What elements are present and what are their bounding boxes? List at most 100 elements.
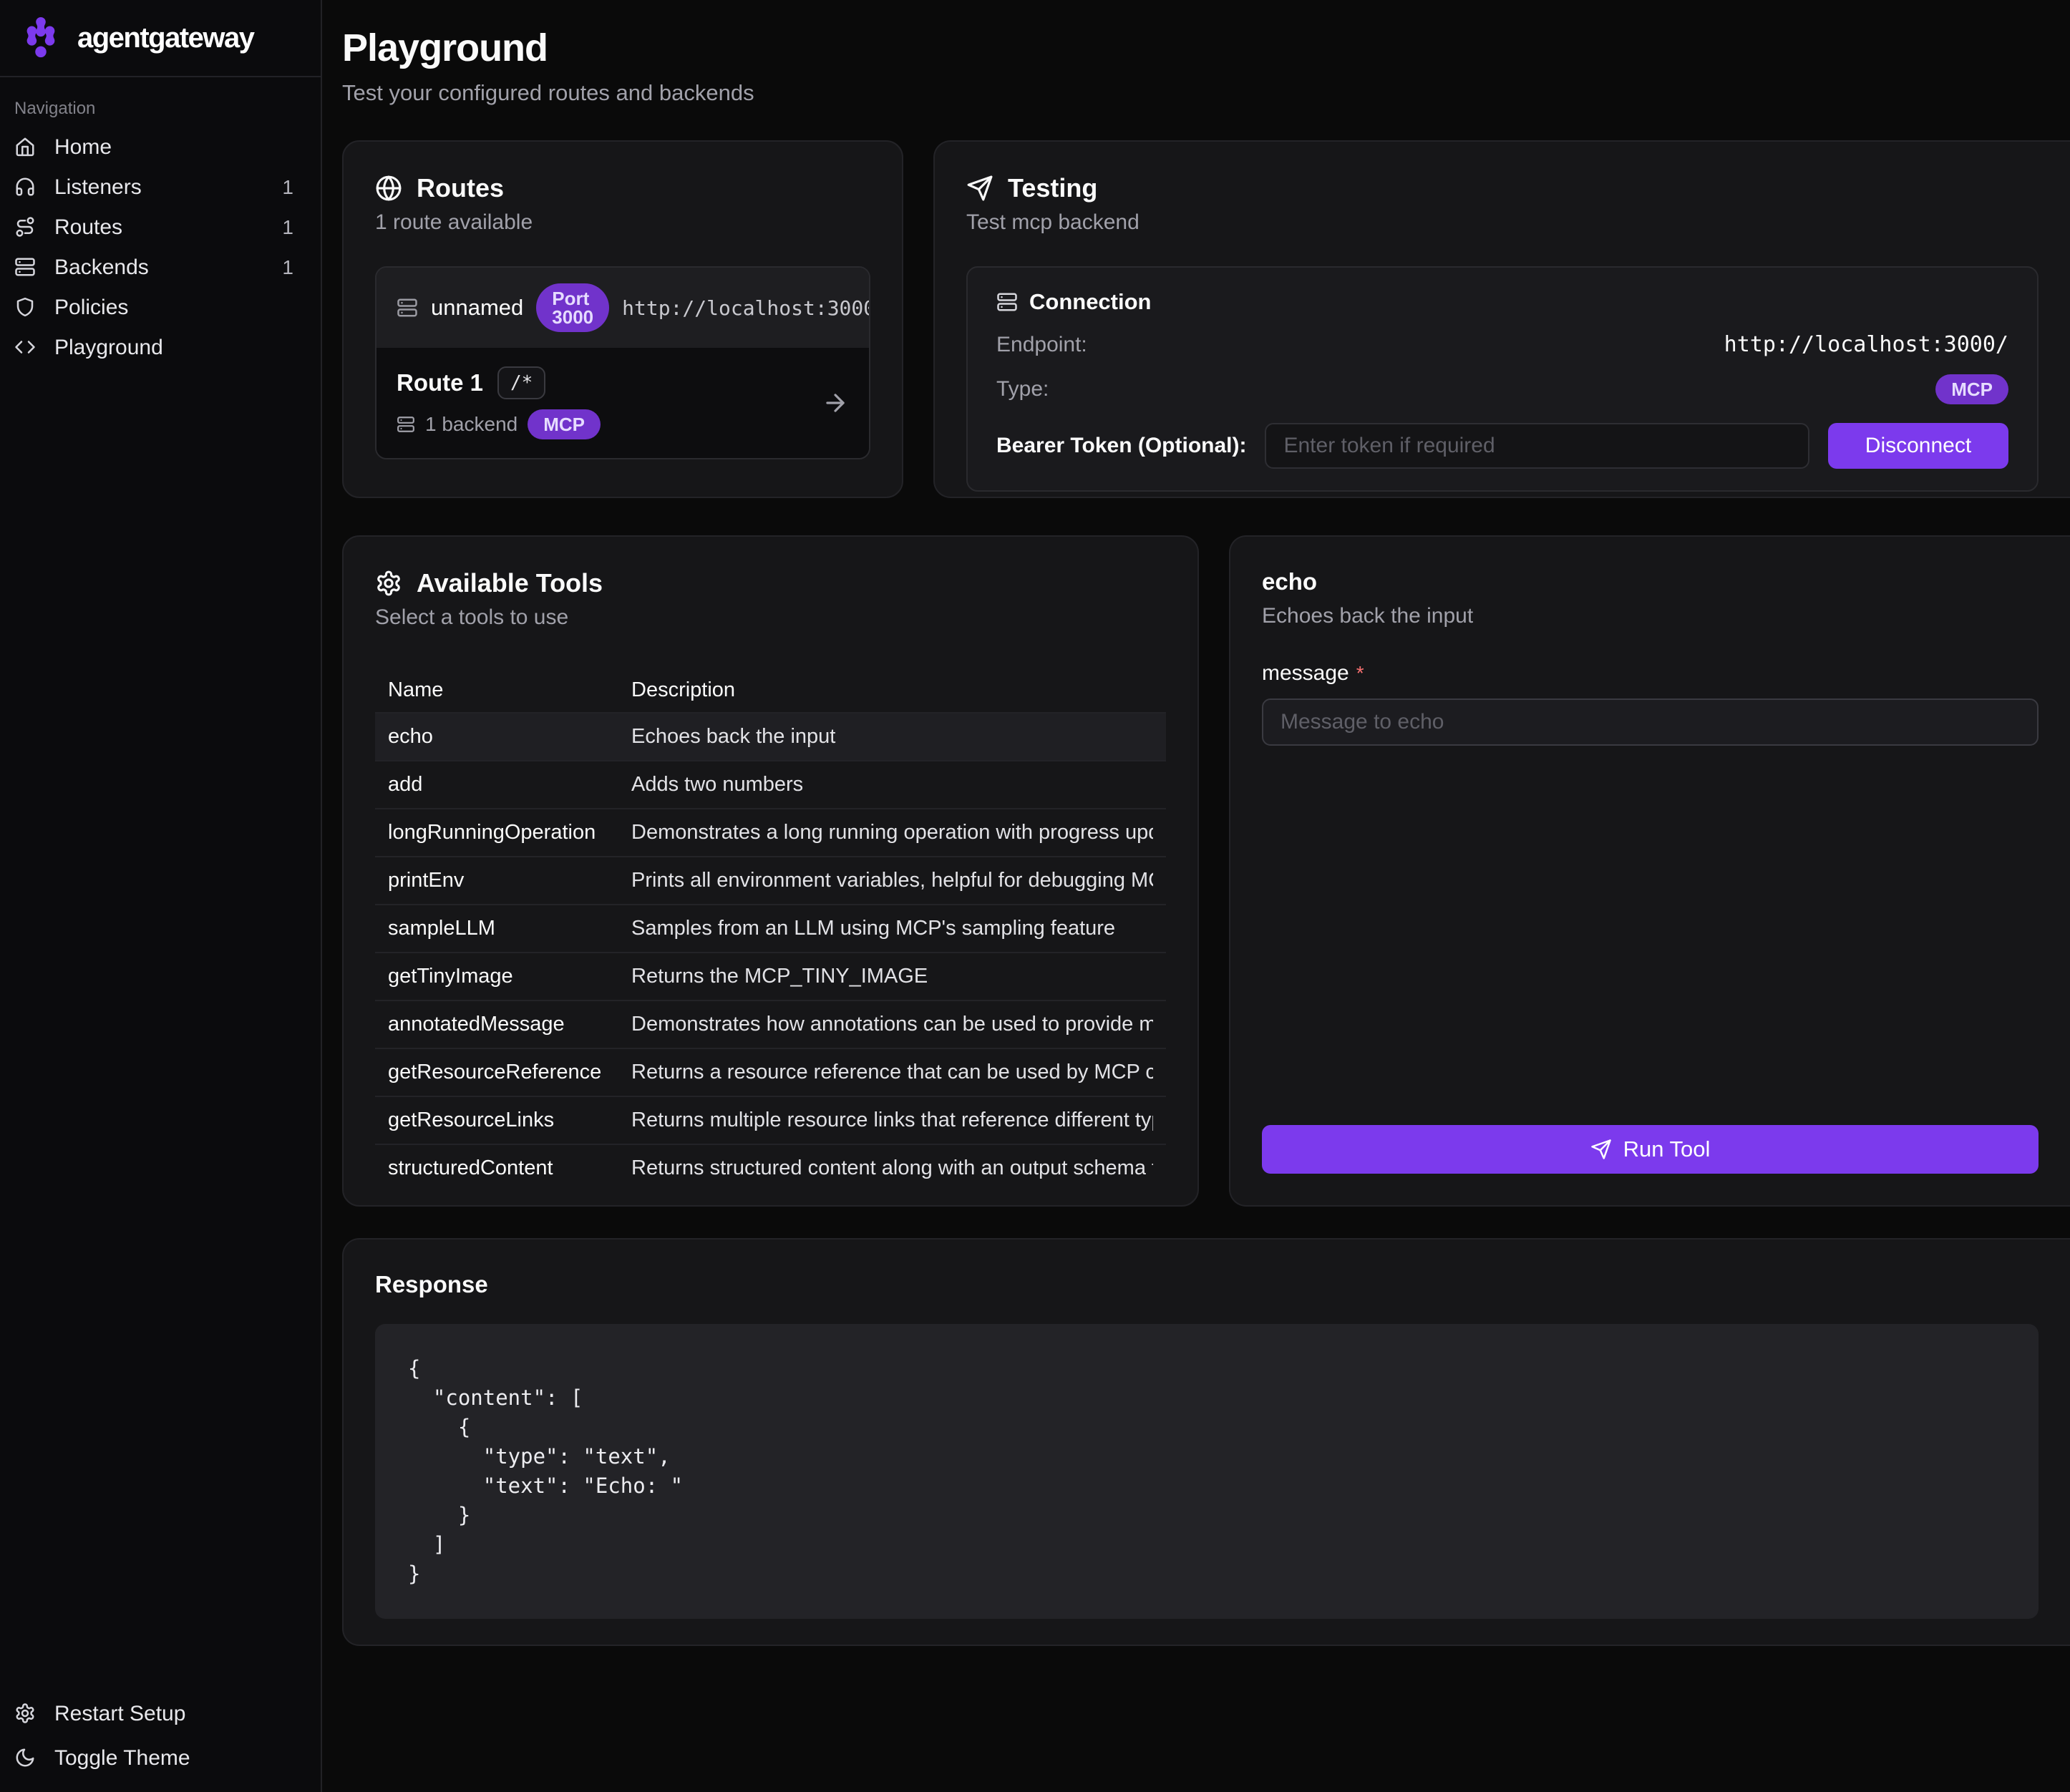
response-json: { "content": [ { "type": "text", "text":… — [375, 1324, 2039, 1619]
tool-row[interactable]: sampleLLM Samples from an LLM using MCP'… — [375, 904, 1166, 952]
disconnect-button[interactable]: Disconnect — [1828, 423, 2008, 469]
message-label: message — [1262, 661, 1349, 685]
tool-description: Samples from an LLM using MCP's sampling… — [631, 917, 1153, 940]
sidebar-item[interactable]: Listeners 1 — [7, 167, 314, 208]
tool-row[interactable]: getResourceLinks Returns multiple resour… — [375, 1096, 1166, 1144]
tool-row[interactable]: add Adds two numbers — [375, 760, 1166, 808]
tool-name: longRunningOperation — [388, 821, 631, 844]
moon-icon — [14, 1747, 37, 1770]
sidebar-footer-item[interactable]: Toggle Theme — [7, 1736, 314, 1781]
endpoint-row: Endpoint: http://localhost:3000/ — [996, 332, 2008, 357]
gear-icon — [375, 570, 402, 597]
mcp-badge: MCP — [528, 409, 601, 439]
response-card: Response { "content": [ { "type": "text"… — [342, 1238, 2070, 1646]
nav-list: Home Listeners 1 Routes 1 Backends 1 Pol… — [0, 127, 321, 368]
server-icon — [397, 297, 418, 318]
tool-description: Returns the MCP_TINY_IMAGE — [631, 965, 1153, 988]
connection-panel: Connection Endpoint: http://localhost:30… — [966, 266, 2039, 492]
top-row: Routes 1 route available unnamed Port 30… — [342, 140, 2070, 498]
sidebar-item-label: Backends — [54, 255, 149, 280]
run-tool-label: Run Tool — [1623, 1136, 1711, 1162]
type-row: Type: MCP — [996, 374, 2008, 404]
server-icon — [14, 256, 37, 279]
sidebar-item[interactable]: Home — [7, 127, 314, 167]
tool-description: Returns structured content along with an… — [631, 1156, 1153, 1180]
tool-name: sampleLLM — [388, 917, 631, 940]
column-header-name: Name — [388, 678, 631, 702]
tool-name: getResourceLinks — [388, 1109, 631, 1132]
tool-name: annotatedMessage — [388, 1013, 631, 1036]
tool-row[interactable]: getTinyImage Returns the MCP_TINY_IMAGE — [375, 952, 1166, 1000]
tool-name: structuredContent — [388, 1156, 631, 1180]
tool-row[interactable]: printEnv Prints all environment variable… — [375, 856, 1166, 904]
tool-row[interactable]: longRunningOperation Demonstrates a long… — [375, 808, 1166, 856]
tool-runner-title: echo — [1262, 568, 2039, 595]
tool-name: add — [388, 773, 631, 797]
sidebar-item-count: 1 — [282, 176, 293, 199]
listener-header: unnamed Port 3000 http://localhost:3000/ — [376, 268, 869, 348]
tool-description: Prints all environment variables, helpfu… — [631, 869, 1153, 892]
sidebar-item[interactable]: Policies — [7, 288, 314, 328]
listener-name: unnamed — [431, 295, 523, 321]
type-label: Type: — [996, 377, 1049, 401]
sidebar-item-count: 1 — [282, 216, 293, 239]
run-tool-button[interactable]: Run Tool — [1262, 1125, 2039, 1174]
sidebar-footer-label: Toggle Theme — [54, 1746, 190, 1771]
type-badge: MCP — [1935, 374, 2008, 404]
sidebar-item-count: 1 — [282, 256, 293, 279]
tool-description: Echoes back the input — [631, 725, 1153, 749]
routes-card-title: Routes — [417, 173, 504, 203]
sidebar-footer-label: Restart Setup — [54, 1702, 185, 1726]
tool-name: echo — [388, 725, 631, 749]
globe-icon — [375, 175, 402, 202]
route-path-chip: /* — [497, 366, 545, 399]
tools-table-header: Name Description — [375, 668, 1166, 712]
agentgateway-logo-icon — [19, 16, 63, 60]
sidebar: agentgateway Navigation Home Listeners 1… — [0, 0, 322, 1792]
port-badge: Port 3000 — [536, 283, 609, 332]
tool-runner-card: echo Echoes back the input message * Run … — [1229, 535, 2070, 1207]
tool-row[interactable]: annotatedMessage Demonstrates how annota… — [375, 1000, 1166, 1048]
server-icon — [996, 291, 1018, 313]
sidebar-item-label: Home — [54, 135, 112, 160]
sidebar-item[interactable]: Playground — [7, 328, 314, 368]
sidebar-item-label: Routes — [54, 215, 122, 240]
testing-card: Testing Test mcp backend Connection Endp… — [933, 140, 2070, 498]
backend-count: 1 backend — [425, 413, 518, 436]
available-tools-card: Available Tools Select a tools to use Na… — [342, 535, 1199, 1207]
sidebar-footer-item[interactable]: Restart Setup — [7, 1692, 314, 1736]
message-field: message * — [1262, 661, 2039, 746]
tool-row[interactable]: echo Echoes back the input — [375, 712, 1166, 760]
connection-title: Connection — [1029, 289, 1152, 315]
tool-row[interactable]: getResourceReference Returns a resource … — [375, 1048, 1166, 1096]
route-name: Route 1 — [397, 369, 483, 396]
brand-name: agentgateway — [77, 22, 254, 54]
arrow-right-icon — [822, 389, 849, 417]
tool-runner-subtitle: Echoes back the input — [1262, 604, 2039, 628]
code-icon — [14, 336, 37, 359]
available-tools-subtitle: Select a tools to use — [375, 605, 1166, 630]
sidebar-item[interactable]: Routes 1 — [7, 208, 314, 248]
route-item[interactable]: Route 1 /* 1 backend MCP — [376, 348, 869, 458]
route-icon — [14, 216, 37, 239]
sidebar-item[interactable]: Backends 1 — [7, 248, 314, 288]
message-input[interactable] — [1262, 698, 2039, 746]
brand[interactable]: agentgateway — [0, 0, 321, 77]
testing-card-title: Testing — [1008, 173, 1097, 203]
listener-url: http://localhost:3000/ — [622, 296, 870, 320]
gear-icon — [14, 1703, 37, 1725]
required-marker: * — [1356, 662, 1364, 684]
sidebar-footer: Restart Setup Toggle Theme — [0, 1692, 321, 1792]
tool-description: Adds two numbers — [631, 773, 1153, 797]
column-header-description: Description — [631, 678, 1153, 702]
response-title: Response — [375, 1271, 2039, 1298]
bearer-token-input[interactable] — [1265, 423, 1809, 469]
tool-row[interactable]: structuredContent Returns structured con… — [375, 1144, 1166, 1192]
routes-card-subtitle: 1 route available — [375, 210, 870, 235]
testing-card-subtitle: Test mcp backend — [966, 210, 2039, 235]
tool-description: Returns multiple resource links that ref… — [631, 1109, 1153, 1132]
tool-description: Demonstrates how annotations can be used… — [631, 1013, 1153, 1036]
bearer-row: Bearer Token (Optional): Disconnect — [996, 423, 2008, 469]
tool-name: printEnv — [388, 869, 631, 892]
tool-description: Demonstrates a long running operation wi… — [631, 821, 1153, 844]
